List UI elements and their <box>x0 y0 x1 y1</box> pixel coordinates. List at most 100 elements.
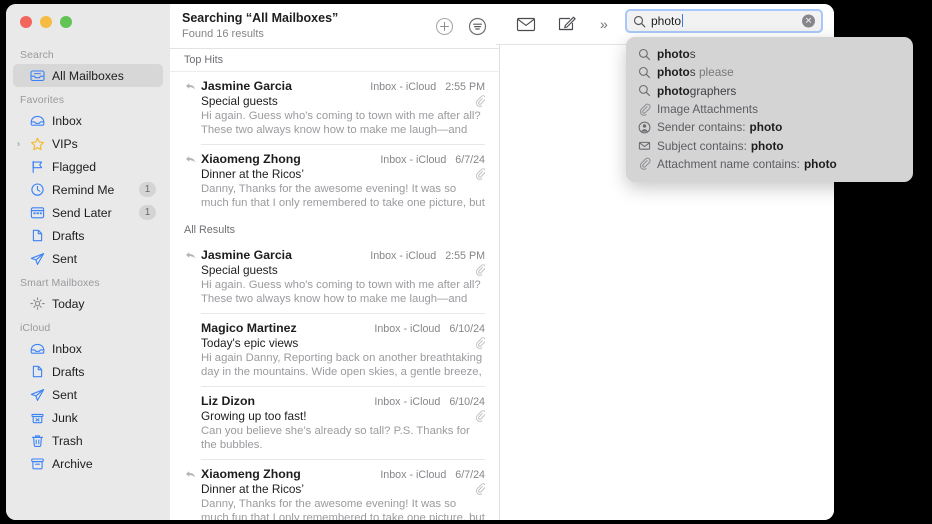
sidebar-item-junk[interactable]: Junk <box>13 406 163 429</box>
message-subject: Special guests <box>201 263 471 277</box>
message-mailbox: Inbox - iCloud <box>370 81 436 93</box>
sidebar-item-remind-me[interactable]: Remind Me1 <box>13 178 163 201</box>
message-preview-text: Danny, Thanks for the awesome evening! I… <box>201 498 485 520</box>
sidebar-item-label: VIPs <box>52 137 78 151</box>
search-suggestion-item[interactable]: Sender contains:photo <box>626 118 913 136</box>
sidebar-item-sent[interactable]: Sent <box>13 247 163 270</box>
message-subject: Today's epic views <box>201 336 471 350</box>
chevron-right-icon[interactable]: › <box>17 139 20 148</box>
sidebar-item-drafts[interactable]: Drafts <box>13 360 163 383</box>
message-group-header: All Results <box>170 218 499 241</box>
suggestion-match: photo <box>657 84 690 98</box>
message-list: Searching “All Mailboxes” Found 16 resul… <box>170 4 500 520</box>
message-list-item[interactable]: Magico MartinezInbox - iCloud6/10/24Toda… <box>170 314 499 387</box>
message-subject: Growing up too fast! <box>201 409 471 423</box>
message-header-row: Xiaomeng ZhongInbox - iCloud6/7/24 <box>201 467 485 481</box>
paper-plane-icon <box>29 251 46 267</box>
clear-search-button[interactable]: ✕ <box>802 15 815 28</box>
sidebar-item-label: Today <box>52 297 85 311</box>
message-preview-text: Hi again Danny, Reporting back on anothe… <box>201 352 485 379</box>
sidebar-item-drafts[interactable]: Drafts <box>13 224 163 247</box>
filter-button[interactable] <box>468 17 487 36</box>
sidebar-item-label: Junk <box>52 411 78 425</box>
sidebar-section-header: iCloud <box>6 315 170 337</box>
message-list-item[interactable]: Xiaomeng ZhongInbox - iCloud6/7/24Dinner… <box>170 460 499 520</box>
message-header-row: Jasmine GarciaInbox - iCloud2:55 PM <box>201 79 485 93</box>
message-mailbox: Inbox - iCloud <box>380 469 446 481</box>
sidebar-list[interactable]: SearchAll MailboxesFavoritesInbox›VIPsFl… <box>6 4 170 475</box>
message-date: 2:55 PM <box>445 81 485 93</box>
inbox-icon <box>29 113 46 129</box>
unread-badge: 1 <box>139 182 156 197</box>
suggestion-extra: please <box>696 65 734 79</box>
message-list-item[interactable]: Xiaomeng ZhongInbox - iCloud6/7/24Dinner… <box>170 145 499 218</box>
message-header-row: Magico MartinezInbox - iCloud6/10/24 <box>201 321 485 335</box>
sidebar-item-trash[interactable]: Trash <box>13 429 163 452</box>
sidebar-section-header: Search <box>6 42 170 64</box>
zoom-window-button[interactable] <box>60 16 72 28</box>
sidebar-item-inbox[interactable]: Inbox <box>13 109 163 132</box>
sidebar-item-flagged[interactable]: Flagged <box>13 155 163 178</box>
close-window-button[interactable] <box>20 16 32 28</box>
reply-arrow-icon <box>185 470 196 479</box>
sidebar-item-label: Inbox <box>52 342 82 356</box>
paper-plane-icon <box>29 387 46 403</box>
sidebar-section-header: Favorites <box>6 87 170 109</box>
minimize-window-button[interactable] <box>40 16 52 28</box>
sidebar-item-inbox[interactable]: Inbox <box>13 337 163 360</box>
paperclip-icon <box>475 95 485 107</box>
document-icon <box>29 228 46 244</box>
message-header-row: Jasmine GarciaInbox - iCloud2:55 PM <box>201 248 485 262</box>
sidebar-item-today[interactable]: Today <box>13 292 163 315</box>
envelope-icon[interactable] <box>515 14 537 34</box>
search-suggestion-item[interactable]: photos please <box>626 63 913 81</box>
suggestion-text: photos please <box>657 65 734 79</box>
message-list-item[interactable]: Liz DizonInbox - iCloud6/10/24Growing up… <box>170 387 499 460</box>
sidebar-item-all-mailboxes[interactable]: All Mailboxes <box>13 64 163 87</box>
search-suggestion-item[interactable]: photographers <box>626 82 913 100</box>
message-subject: Dinner at the Ricos’ <box>201 482 471 496</box>
search-suggestion-item[interactable]: Subject contains:photo <box>626 136 913 154</box>
search-suggestion-item[interactable]: Attachment name contains:photo <box>626 155 913 173</box>
reply-arrow-icon <box>185 251 196 260</box>
paperclip-icon <box>475 168 485 180</box>
search-icon <box>633 15 646 28</box>
message-sender: Liz Dizon <box>201 394 374 408</box>
sidebar-item-send-later[interactable]: Send Later1 <box>13 201 163 224</box>
suggestion-completion: s <box>690 47 696 61</box>
message-subject-row: Special guests <box>201 94 485 108</box>
sidebar: SearchAll MailboxesFavoritesInbox›VIPsFl… <box>6 4 170 520</box>
compose-icon[interactable] <box>556 14 578 34</box>
search-suggestion-item[interactable]: Image Attachments <box>626 100 913 118</box>
chevron-double-right-icon[interactable]: » <box>600 16 606 32</box>
message-list-body[interactable]: Top HitsJasmine GarciaInbox - iCloud2:55… <box>170 49 499 520</box>
document-icon <box>29 364 46 380</box>
sidebar-item-sent[interactable]: Sent <box>13 383 163 406</box>
message-sender: Jasmine Garcia <box>201 248 370 262</box>
inbox-icon <box>29 341 46 357</box>
suggestion-label: Sender contains: <box>657 120 746 134</box>
search-input[interactable]: photo ✕ <box>625 9 823 33</box>
sidebar-item-label: Sent <box>52 252 77 266</box>
message-header-row: Liz DizonInbox - iCloud6/10/24 <box>201 394 485 408</box>
message-date: 6/7/24 <box>455 469 485 481</box>
search-status-title: Searching “All Mailboxes” <box>182 11 421 26</box>
message-subject: Dinner at the Ricos’ <box>201 167 471 181</box>
sidebar-item-label: Flagged <box>52 160 96 174</box>
search-suggestions-dropdown[interactable]: photosphotos pleasephotographersImage At… <box>626 37 913 182</box>
suggestion-label: Attachment name contains: <box>657 157 800 171</box>
suggestion-completion: graphers <box>690 84 737 98</box>
message-list-header: Searching “All Mailboxes” Found 16 resul… <box>170 4 499 49</box>
unread-badge: 1 <box>139 205 156 220</box>
sidebar-item-vips[interactable]: › VIPs <box>13 132 163 155</box>
message-subject-row: Dinner at the Ricos’ <box>201 167 485 181</box>
sidebar-item-archive[interactable]: Archive <box>13 452 163 475</box>
sidebar-item-label: Drafts <box>52 229 85 243</box>
message-list-item[interactable]: Jasmine GarciaInbox - iCloud2:55 PMSpeci… <box>170 72 499 145</box>
message-mailbox: Inbox - iCloud <box>380 154 446 166</box>
message-header-row: Xiaomeng ZhongInbox - iCloud6/7/24 <box>201 152 485 166</box>
message-list-item[interactable]: Jasmine GarciaInbox - iCloud2:55 PMSpeci… <box>170 241 499 314</box>
search-suggestion-item[interactable]: photos <box>626 45 913 63</box>
new-smart-mailbox-button[interactable] <box>435 17 454 36</box>
search-input-value-wrap: photo <box>651 14 683 28</box>
